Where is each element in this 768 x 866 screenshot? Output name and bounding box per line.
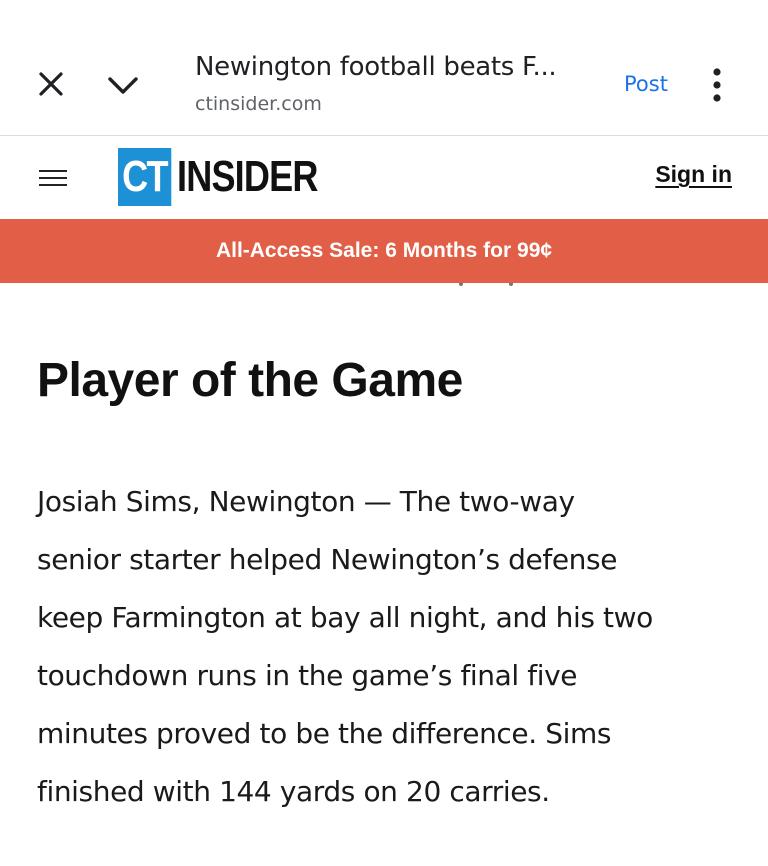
post-button[interactable]: Post bbox=[624, 72, 668, 96]
sign-in-link[interactable]: Sign in bbox=[655, 161, 732, 188]
paragraph-line: keep Farmington at bay all night, and hi… bbox=[37, 601, 653, 634]
paragraph-line: touchdown runs in the game’s final five bbox=[37, 659, 578, 692]
article-paragraph: Josiah Sims, Newington — The two-way sen… bbox=[37, 473, 737, 821]
logo-word: INSIDER bbox=[176, 152, 318, 201]
logo-ct: CT bbox=[118, 148, 172, 206]
paragraph-line: minutes proved to be the difference. Sim… bbox=[37, 717, 612, 750]
browser-toolbar: Newington football beats F... ctinsider.… bbox=[0, 0, 768, 136]
ct-insider-logo[interactable]: CT INSIDER bbox=[118, 148, 348, 206]
paragraph-line: Josiah Sims, Newington — The two-way bbox=[37, 485, 575, 518]
promo-text: All-Access Sale: 6 Months for 99¢ bbox=[215, 239, 553, 262]
tab-title: Newington football beats F... bbox=[195, 52, 557, 82]
clipped-content-edge bbox=[457, 283, 557, 288]
tab-url: ctinsider.com bbox=[195, 93, 322, 115]
close-icon[interactable] bbox=[37, 70, 65, 98]
site-header: CT INSIDER Sign in bbox=[0, 137, 768, 219]
paragraph-line: senior starter helped Newington’s defens… bbox=[37, 543, 618, 576]
promo-banner[interactable]: All-Access Sale: 6 Months for 99¢ bbox=[0, 219, 768, 283]
more-vert-icon[interactable] bbox=[708, 68, 726, 102]
section-heading: Player of the Game bbox=[37, 354, 463, 407]
chevron-down-icon[interactable] bbox=[106, 72, 140, 98]
paragraph-line: finished with 144 yards on 20 carries. bbox=[37, 775, 550, 808]
menu-icon[interactable] bbox=[39, 169, 67, 187]
